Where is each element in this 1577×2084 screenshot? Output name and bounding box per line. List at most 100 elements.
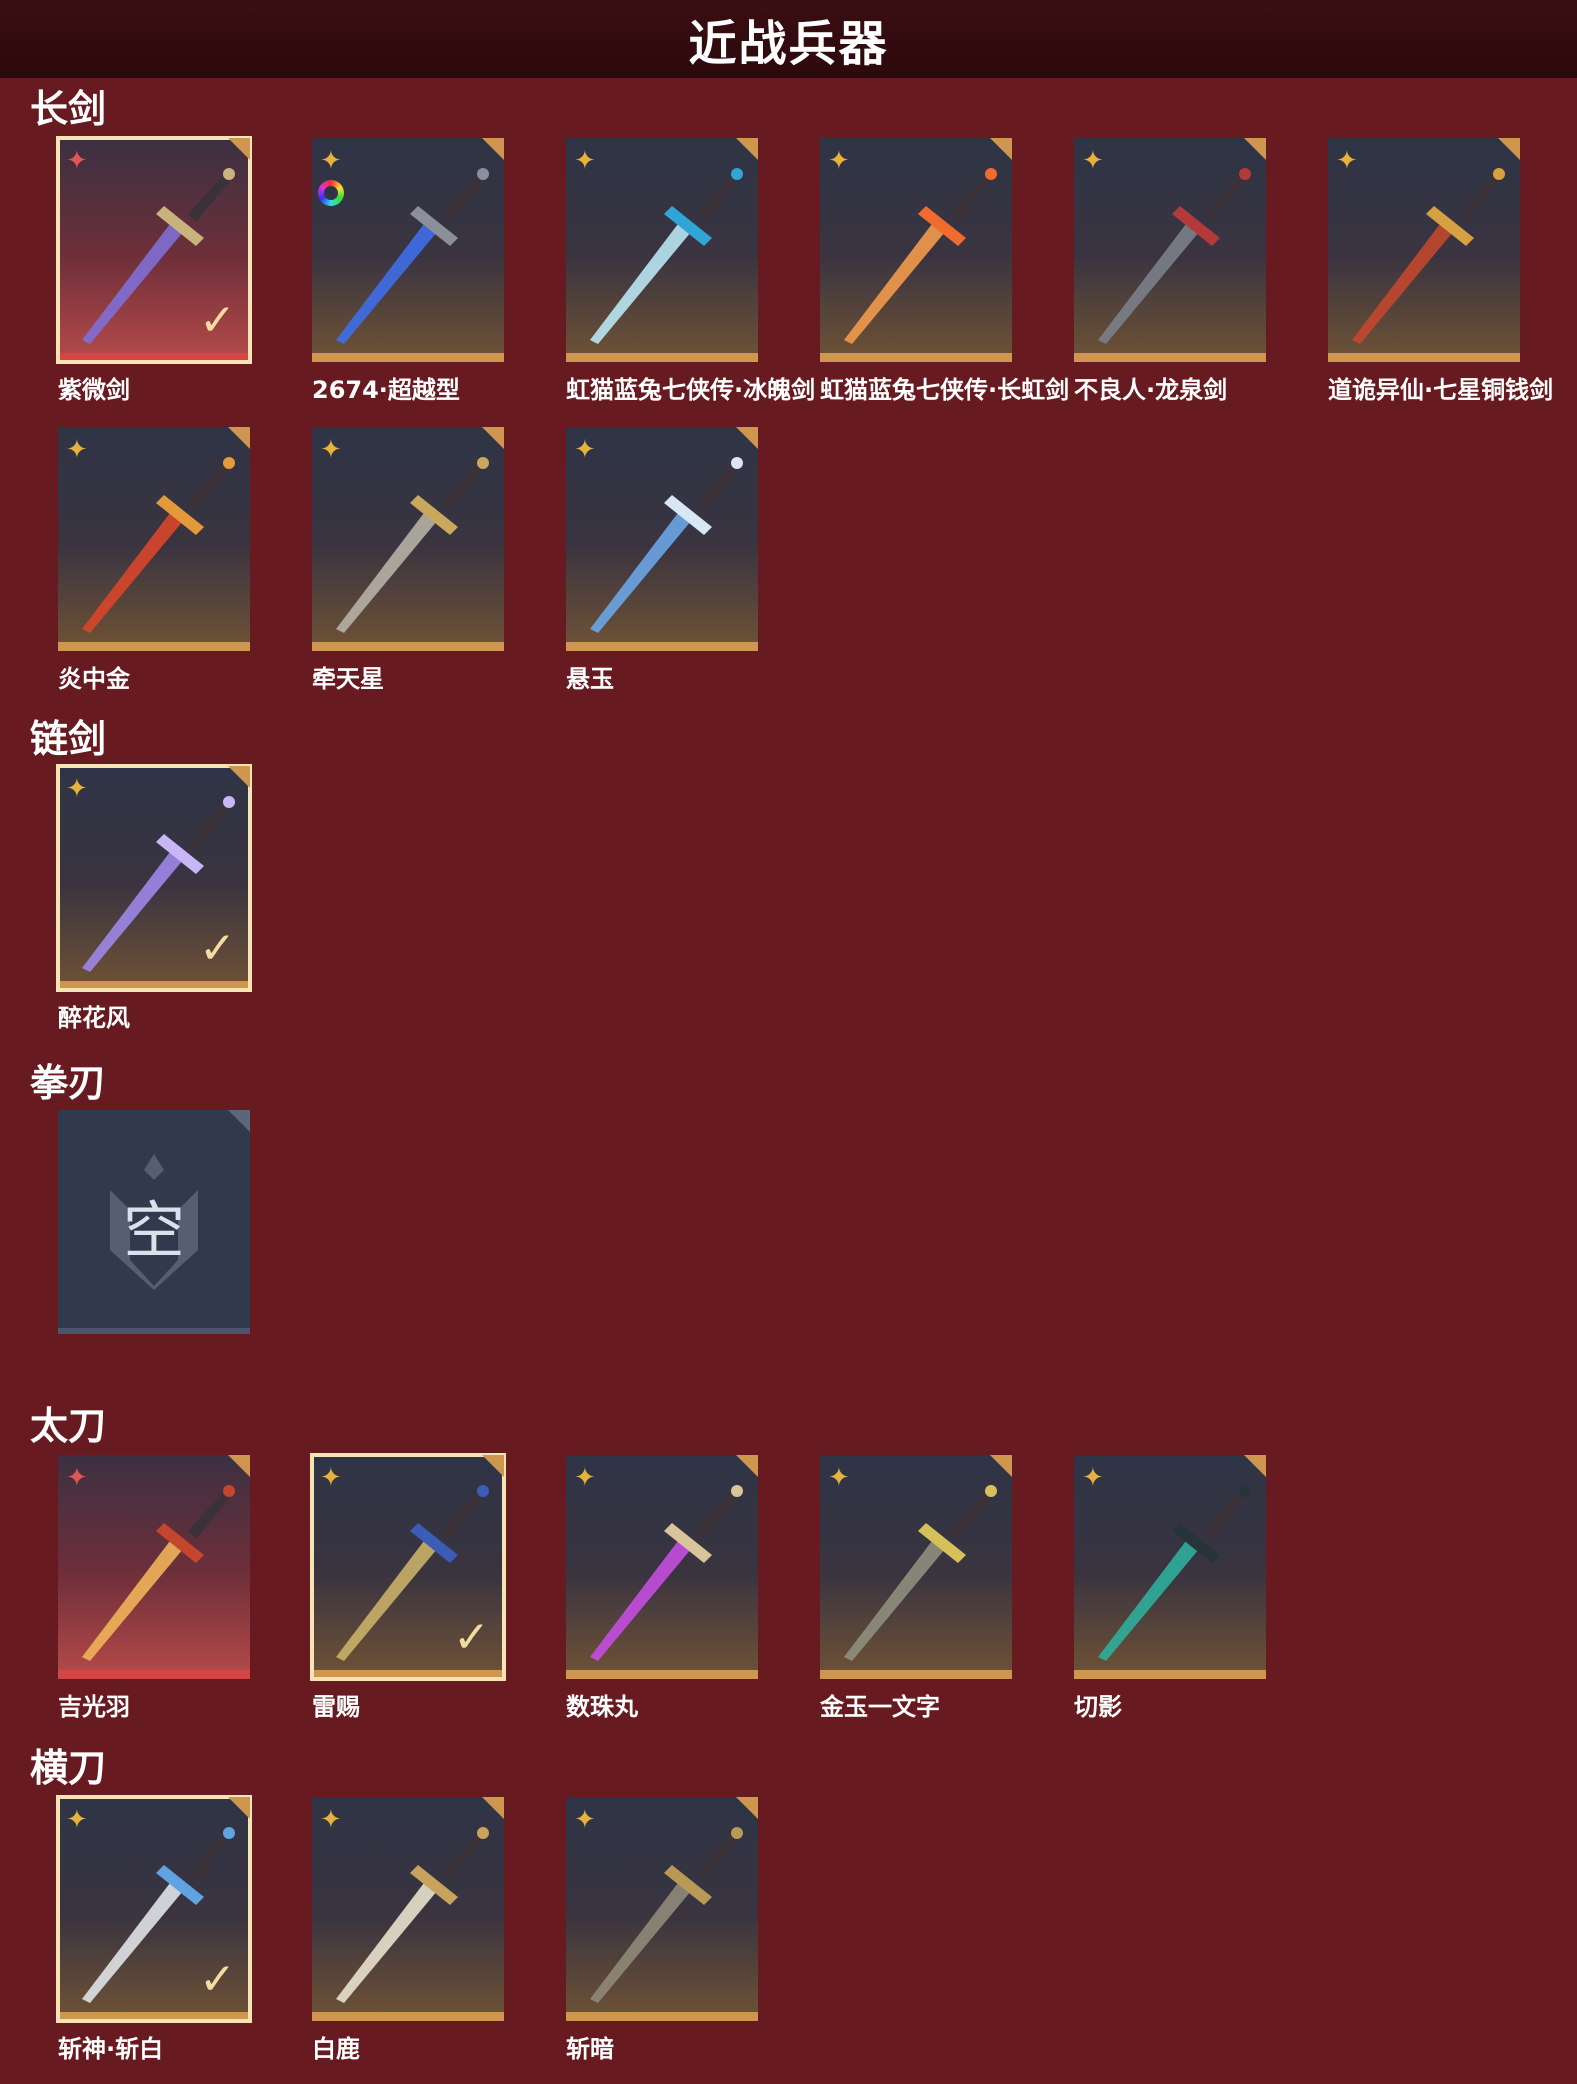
corner-mark-icon [1244, 138, 1266, 160]
weapon-card[interactable]: ✦ ✓ 紫微剑 [56, 136, 254, 404]
weapon-card[interactable]: ✦ ✓ 醉花风 [56, 764, 254, 1032]
weapon-name: 虹猫蓝兔七侠传·长虹剑 [820, 376, 1070, 404]
weapon-card[interactable]: ✦ 虹猫蓝兔七侠传·长虹剑 [820, 138, 1069, 404]
weapon-slot: ✦ [312, 1797, 504, 2021]
weapon-name: 虹猫蓝兔七侠传·冰魄剑 [566, 376, 816, 404]
weapon-name: 吉光羽 [58, 1693, 130, 1721]
empty-slot-label: 空 [122, 1194, 185, 1267]
section-title: 长剑 [30, 87, 107, 131]
weapon-name: 紫微剑 [58, 376, 130, 404]
empty-weapon-slot[interactable]: 空 [58, 1110, 254, 1334]
corner-mark-icon [482, 1455, 504, 1477]
weapon-slot: ✦ ✓ [56, 764, 252, 992]
corner-mark-icon [1498, 138, 1520, 160]
weapon-card[interactable]: ✦ 白鹿 [312, 1797, 508, 2063]
weapon-card[interactable]: ✦ 虹猫蓝兔七侠传·冰魄剑 [566, 138, 815, 404]
weapon-name: 道诡异仙·七星铜钱剑 [1328, 376, 1554, 404]
weapon-card[interactable]: ✦ 金玉一文字 [820, 1455, 1016, 1721]
weapon-name: 斩暗 [566, 2035, 614, 2063]
section-title: 太刀 [30, 1404, 107, 1448]
weapon-card[interactable]: ✦ 2674·超越型 [312, 138, 508, 404]
weapon-image-icon [590, 1485, 743, 1661]
weapon-name: 悬玉 [566, 665, 614, 693]
weapon-card[interactable]: ✦ 悬玉 [566, 427, 762, 693]
weapon-name: 2674·超越型 [312, 376, 460, 404]
weapon-slot: ✦ [566, 138, 758, 362]
equipped-check-icon: ✓ [199, 1954, 236, 2005]
weapon-card[interactable]: ✦ 炎中金 [58, 427, 254, 693]
weapon-card[interactable]: ✦ ✓ 斩神·斩白 [56, 1795, 254, 2063]
page-title: 近战兵器 [688, 16, 889, 72]
corner-mark-icon [228, 1455, 250, 1477]
weapon-name: 醉花风 [58, 1004, 130, 1032]
weapon-name: 斩神·斩白 [58, 2035, 164, 2063]
weapon-slot: ✦ ✓ [56, 1795, 252, 2023]
weapon-image-icon [82, 457, 235, 633]
corner-mark-icon [482, 138, 504, 160]
weapon-slot: ✦ [820, 138, 1012, 362]
weapon-name: 不良人·龙泉剑 [1074, 376, 1228, 404]
section-title: 横刀 [30, 1746, 107, 1790]
equipped-check-icon: ✓ [199, 923, 236, 974]
weapon-name: 白鹿 [312, 2035, 360, 2063]
weapon-slot: ✦ ✓ [310, 1453, 506, 1681]
weapon-name: 切影 [1074, 1693, 1122, 1721]
equipped-check-icon: ✓ [199, 295, 236, 346]
weapon-image-icon [336, 1827, 489, 2003]
weapon-slot: 空 [58, 1110, 250, 1334]
weapon-image-icon [590, 457, 743, 633]
corner-mark-icon [1244, 1455, 1266, 1477]
weapon-card[interactable]: ✦ 斩暗 [566, 1797, 762, 2063]
section-title: 链剑 [30, 717, 107, 761]
weapon-image-icon [336, 168, 489, 344]
weapon-name: 数珠丸 [566, 1693, 638, 1721]
weapon-slot: ✦ [58, 1455, 250, 1679]
weapon-image-icon [844, 168, 997, 344]
weapon-slot: ✦ [566, 427, 758, 651]
corner-mark-icon [990, 1455, 1012, 1477]
corner-mark-icon [736, 138, 758, 160]
weapon-image-icon [82, 1485, 235, 1661]
weapon-card[interactable]: ✦ 吉光羽 [58, 1455, 254, 1721]
weapon-slot: ✦ [312, 138, 504, 362]
weapon-image-icon [1352, 168, 1505, 344]
weapon-image-icon [1098, 1485, 1251, 1661]
weapon-slot: ✦ [566, 1797, 758, 2021]
weapon-image-icon [844, 1485, 997, 1661]
corner-mark-icon [482, 427, 504, 449]
corner-mark-icon [736, 1797, 758, 1819]
weapon-image-icon [590, 1827, 743, 2003]
corner-mark-icon [482, 1797, 504, 1819]
corner-mark-icon [228, 138, 250, 160]
weapon-slot: ✦ [566, 1455, 758, 1679]
corner-mark-icon [228, 766, 250, 788]
weapon-slot: ✦ [1074, 1455, 1266, 1679]
weapon-slot: ✦ [1074, 138, 1266, 362]
corner-mark-icon [228, 1797, 250, 1819]
weapon-card[interactable]: ✦ 道诡异仙·七星铜钱剑 [1328, 138, 1553, 404]
corner-mark-icon [228, 427, 250, 449]
weapon-slot: ✦ [58, 427, 250, 651]
weapon-slot: ✦ [1328, 138, 1520, 362]
weapon-name: 雷赐 [312, 1693, 360, 1721]
weapon-name: 金玉一文字 [820, 1693, 940, 1721]
section-title: 拳刃 [30, 1061, 107, 1105]
weapon-slot: ✦ ✓ [56, 136, 252, 364]
header-bar: 近战兵器 [0, 0, 1577, 78]
weapon-slot: ✦ [312, 427, 504, 651]
weapon-card[interactable]: ✦ 牵天星 [312, 427, 508, 693]
weapon-slot: ✦ [820, 1455, 1012, 1679]
weapon-card[interactable]: ✦ ✓ 雷赐 [310, 1453, 508, 1721]
corner-mark-icon [228, 1110, 250, 1132]
weapon-name: 牵天星 [312, 665, 384, 693]
corner-mark-icon [736, 1455, 758, 1477]
weapon-image-icon [1098, 168, 1251, 344]
weapon-card[interactable]: ✦ 不良人·龙泉剑 [1074, 138, 1270, 404]
corner-mark-icon [736, 427, 758, 449]
equipped-check-icon: ✓ [453, 1612, 490, 1663]
weapon-name: 炎中金 [58, 665, 130, 693]
weapon-image-icon [590, 168, 743, 344]
weapon-card[interactable]: ✦ 数珠丸 [566, 1455, 762, 1721]
weapon-card[interactable]: ✦ 切影 [1074, 1455, 1270, 1721]
weapon-image-icon [336, 457, 489, 633]
